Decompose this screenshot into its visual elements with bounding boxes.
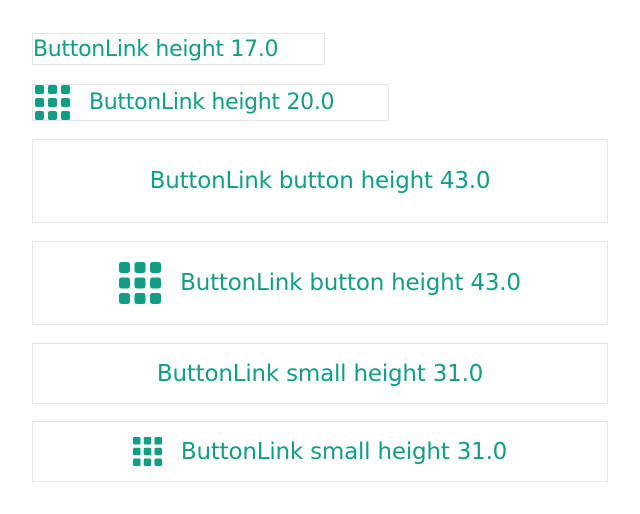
button-link-button-with-icon[interactable]: ButtonLink button height 43.0 [32, 241, 608, 325]
grid-icon [119, 262, 162, 304]
button-link-label: ButtonLink small height 31.0 [180, 438, 508, 465]
grid-icon [132, 437, 162, 466]
button-link-label: ButtonLink height 17.0 [33, 36, 279, 62]
grid-icon [35, 85, 70, 120]
button-link-small[interactable]: ButtonLink small height 31.0 [32, 343, 608, 404]
button-link-label: ButtonLink height 20.0 [89, 90, 335, 115]
button-link-label: ButtonLink button height 43.0 [149, 168, 491, 194]
button-link-plain[interactable]: ButtonLink height 17.0 [32, 33, 325, 65]
button-link-small-with-icon[interactable]: ButtonLink small height 31.0 [32, 421, 608, 482]
button-link-label: ButtonLink button height 43.0 [180, 270, 521, 296]
button-link-label: ButtonLink small height 31.0 [156, 360, 484, 387]
button-link-button[interactable]: ButtonLink button height 43.0 [32, 139, 608, 223]
button-link-plain-with-icon[interactable]: ButtonLink height 20.0 [32, 84, 389, 121]
